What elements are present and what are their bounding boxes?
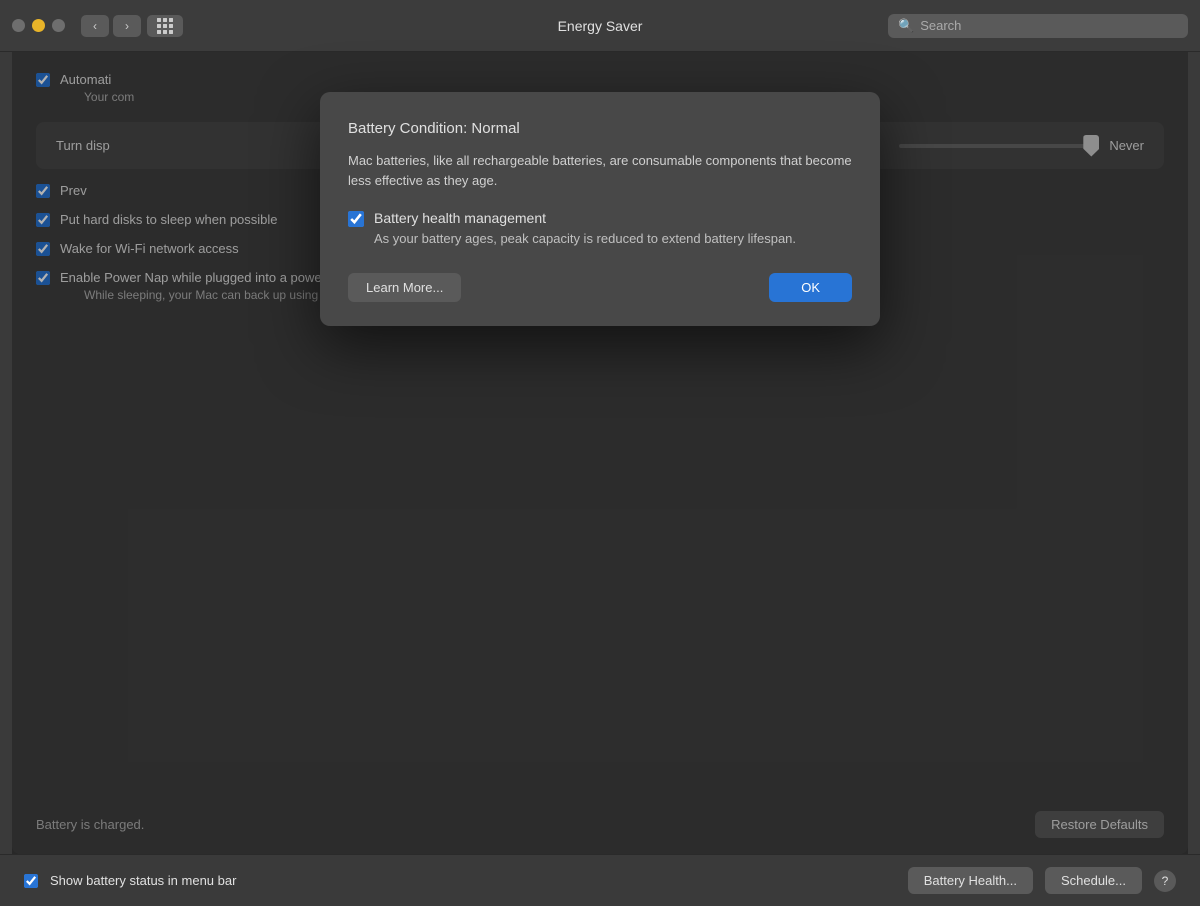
close-button[interactable] bbox=[12, 19, 25, 32]
search-box[interactable]: 🔍 bbox=[888, 14, 1188, 38]
condition-label: Battery Condition: bbox=[348, 120, 467, 137]
grid-icon bbox=[157, 18, 173, 34]
show-battery-label: Show battery status in menu bar bbox=[50, 873, 896, 888]
learn-more-button[interactable]: Learn More... bbox=[348, 273, 461, 302]
traffic-lights bbox=[12, 19, 65, 32]
back-button[interactable]: ‹ bbox=[81, 15, 109, 37]
help-button[interactable]: ? bbox=[1154, 870, 1176, 892]
modal-overlay: Battery Condition: Normal Mac batteries,… bbox=[12, 52, 1188, 854]
search-input[interactable] bbox=[920, 18, 1178, 33]
forward-button[interactable]: › bbox=[113, 15, 141, 37]
minimize-button[interactable] bbox=[32, 19, 45, 32]
battery-health-label: Battery health management bbox=[374, 210, 796, 226]
battery-health-button[interactable]: Battery Health... bbox=[908, 867, 1033, 894]
schedule-button[interactable]: Schedule... bbox=[1045, 867, 1142, 894]
ok-button[interactable]: OK bbox=[769, 273, 852, 302]
maximize-button[interactable] bbox=[52, 19, 65, 32]
battery-health-sublabel: As your battery ages, peak capacity is r… bbox=[374, 230, 796, 249]
show-battery-checkbox[interactable] bbox=[24, 874, 38, 888]
footer-bar: Show battery status in menu bar Battery … bbox=[0, 854, 1200, 906]
battery-health-modal: Battery Condition: Normal Mac batteries,… bbox=[320, 92, 880, 326]
modal-description: Mac batteries, like all rechargeable bat… bbox=[348, 151, 852, 190]
title-bar: ‹ › Energy Saver 🔍 bbox=[0, 0, 1200, 52]
modal-condition: Battery Condition: Normal bbox=[348, 120, 852, 137]
battery-health-checkbox[interactable] bbox=[348, 211, 364, 227]
search-icon: 🔍 bbox=[898, 18, 914, 34]
modal-footer: Learn More... OK bbox=[348, 273, 852, 302]
window-title: Energy Saver bbox=[558, 18, 643, 34]
condition-value: Normal bbox=[471, 120, 519, 137]
main-content: Automati Your com Turn disp Never Prev bbox=[12, 52, 1188, 854]
nav-buttons: ‹ › bbox=[81, 15, 141, 37]
modal-checkbox-row: Battery health management As your batter… bbox=[348, 210, 852, 249]
grid-button[interactable] bbox=[147, 15, 183, 37]
